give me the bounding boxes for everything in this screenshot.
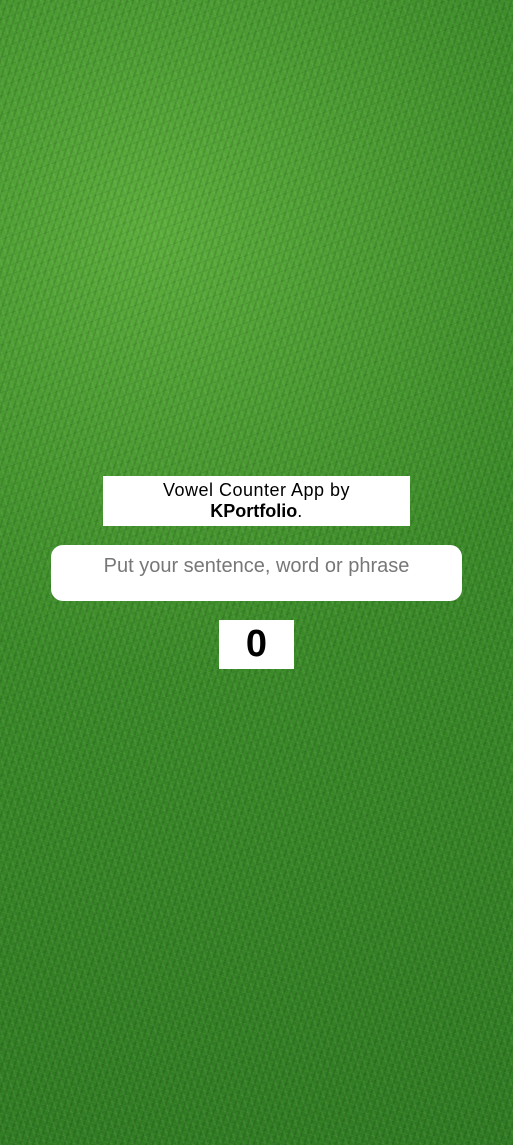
vowel-count-display: 0 [219, 620, 294, 669]
brand-name: KPortfolio [210, 501, 298, 521]
sentence-input-container [51, 545, 462, 601]
brand-suffix: . [297, 501, 303, 521]
app-title-line: Vowel Counter App by [162, 480, 351, 500]
sentence-input[interactable] [51, 545, 462, 601]
app-title: Vowel Counter App by KPortfolio. [103, 476, 410, 526]
app-brand-line: KPortfolio. [103, 501, 410, 522]
